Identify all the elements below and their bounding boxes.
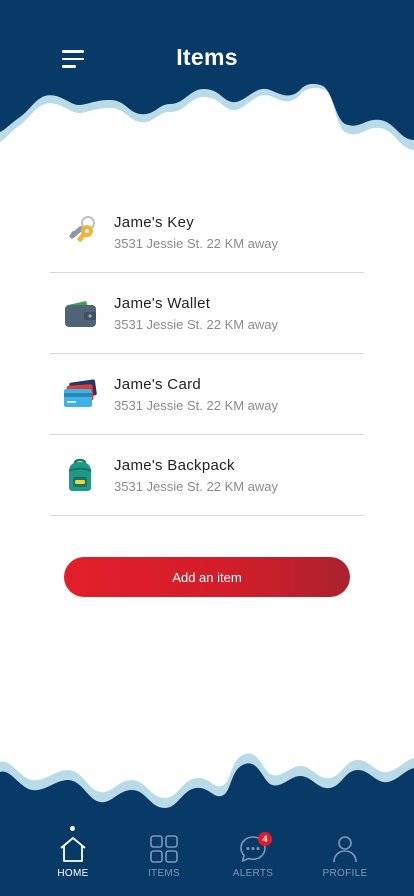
user-icon [333,836,357,863]
items-list: Jame's Key 3531 Jessie St. 22 KM away Ja… [50,192,364,516]
item-name: Jame's Card [114,376,202,393]
list-item-backpack[interactable]: Jame's Backpack 3531 Jessie St. 22 KM aw… [50,435,364,516]
nav-alerts[interactable]: ALERTS [218,834,288,879]
home-icon [60,837,86,862]
nav-items[interactable]: ITEMS [129,834,199,879]
page-title: Items [176,44,238,70]
add-item-button[interactable]: Add an item [64,557,350,597]
item-name: Jame's Wallet [114,295,211,312]
header: Items [0,0,414,170]
wallet-icon [65,301,96,327]
grid-icon [150,835,178,863]
header-wave-background [0,0,414,150]
card-icon [64,379,97,407]
backpack-icon [68,458,92,491]
bottom-nav: HOME ITEMS ALERTS PROFILE [0,822,414,896]
item-address: 3531 Jessie St. 22 KM away [114,398,279,413]
item-address: 3531 Jessie St. 22 KM away [114,317,279,332]
nav-profile[interactable]: PROFILE [310,834,380,879]
list-item-wallet[interactable]: Jame's Wallet 3531 Jessie St. 22 KM away [50,273,364,354]
nav-profile-label: PROFILE [322,868,368,879]
nav-home-label: HOME [57,868,89,879]
alerts-badge: 4 [258,832,272,846]
nav-alerts-label: ALERTS [232,868,274,879]
nav-home[interactable]: HOME [38,834,108,879]
item-address: 3531 Jessie St. 22 KM away [114,479,279,494]
item-name: Jame's Key [114,214,195,231]
list-item-key[interactable]: Jame's Key 3531 Jessie St. 22 KM away [50,192,364,273]
list-item-card[interactable]: Jame's Card 3531 Jessie St. 22 KM away [50,354,364,435]
item-address: 3531 Jessie St. 22 KM away [114,236,279,251]
key-icon [69,216,95,242]
item-name: Jame's Backpack [114,457,235,474]
nav-items-label: ITEMS [147,868,181,879]
